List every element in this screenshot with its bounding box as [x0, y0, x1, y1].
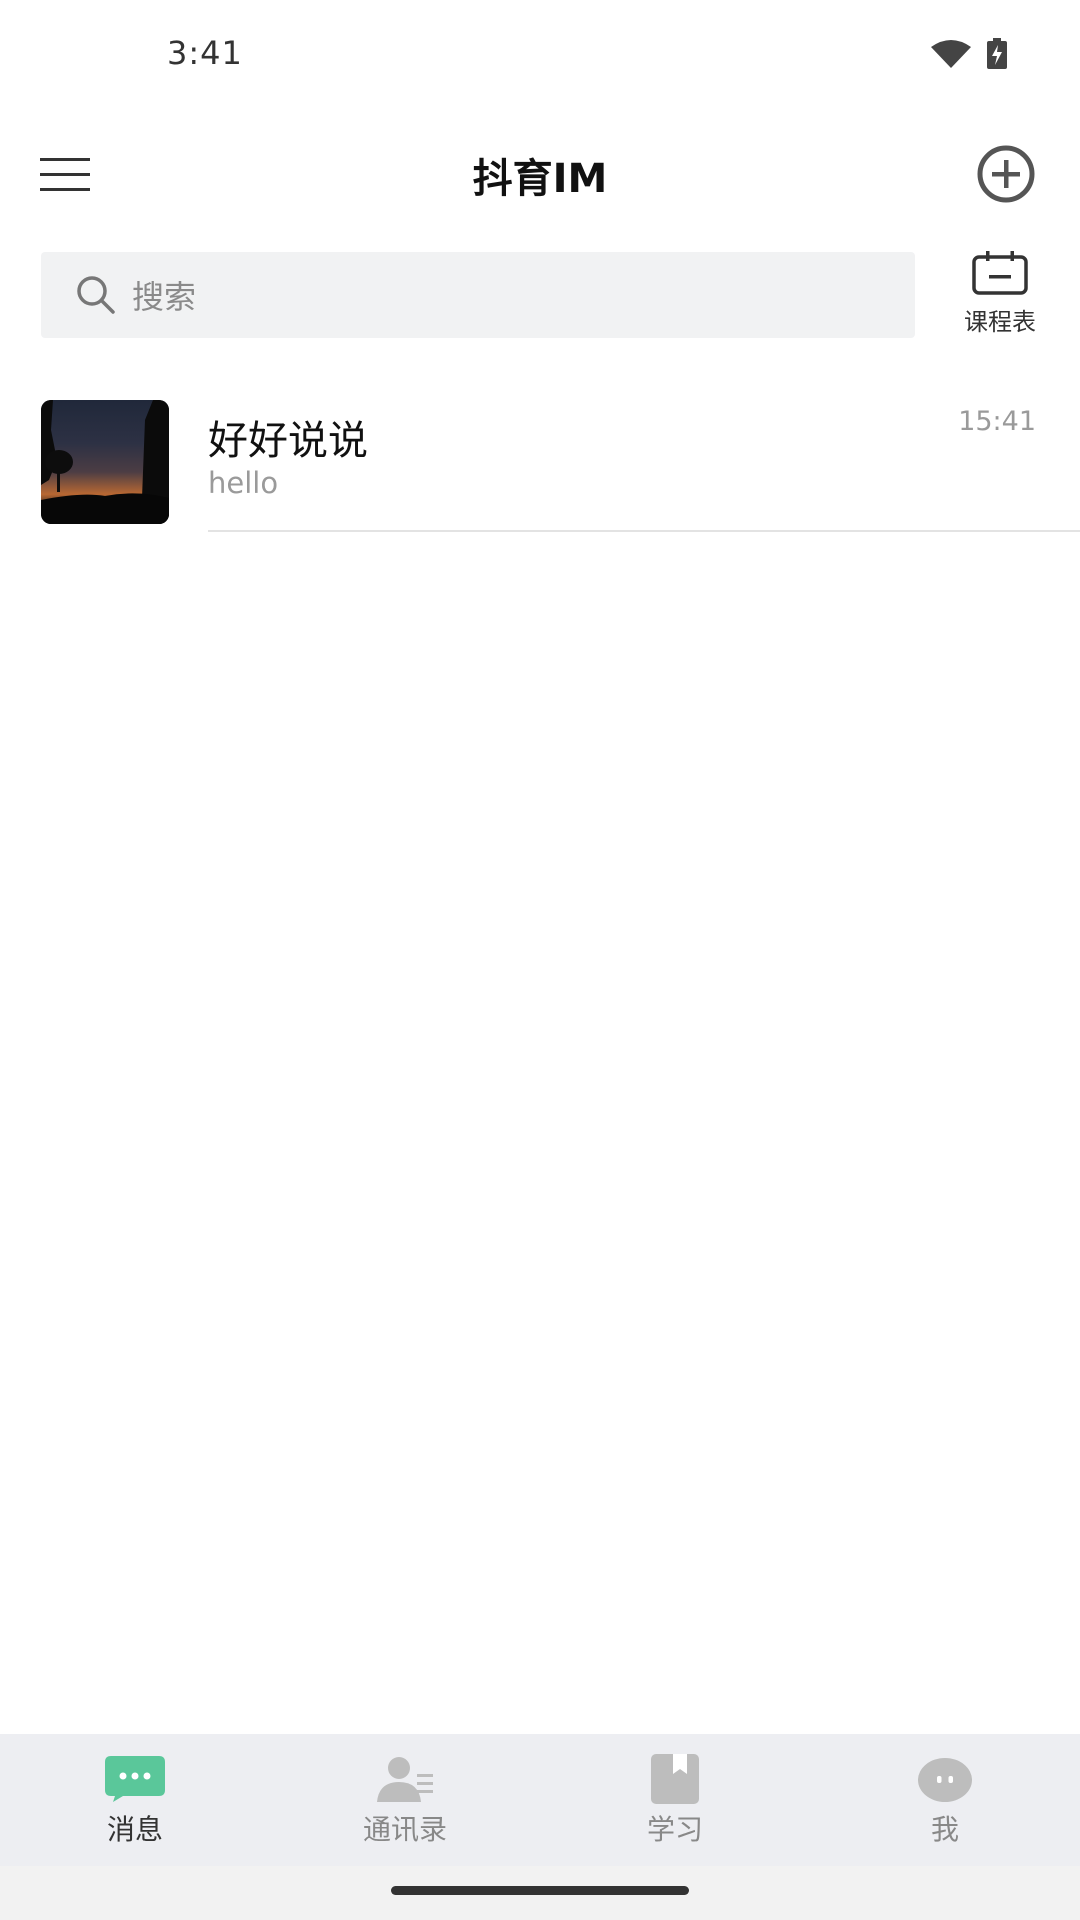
schedule-label: 课程表 [964, 308, 1036, 336]
conversation-preview: hello [208, 466, 279, 500]
tab-study[interactable]: 学习 [540, 1734, 810, 1866]
plus-circle-icon [977, 145, 1035, 203]
contacts-icon [377, 1757, 433, 1802]
chat-bubble-icon [105, 1756, 165, 1802]
sunset-photo-image [41, 400, 169, 524]
page-title: 抖育IM [472, 156, 608, 202]
search-row: 搜索 课程表 [0, 250, 1080, 350]
tab-messages[interactable]: 消息 [0, 1734, 270, 1866]
search-input[interactable]: 搜索 [41, 252, 915, 338]
tab-label: 消息 [106, 1813, 163, 1846]
conversation-list: 好好说说 hello 15:41 [0, 380, 1080, 532]
divider [208, 530, 1080, 532]
conversation-time: 15:41 [958, 406, 1036, 437]
schedule-button[interactable]: 课程表 [950, 250, 1050, 337]
tab-me[interactable]: 我 [810, 1734, 1080, 1866]
search-placeholder: 搜索 [132, 278, 197, 316]
status-time: 3:41 [167, 34, 243, 72]
home-indicator[interactable] [391, 1886, 689, 1895]
book-icon [651, 1754, 699, 1804]
search-icon [77, 276, 115, 314]
tab-label: 学习 [646, 1813, 703, 1846]
profile-icon [918, 1758, 972, 1802]
add-button[interactable] [974, 142, 1038, 206]
avatar [41, 400, 169, 524]
system-nav-bar [0, 1866, 1080, 1920]
wifi-icon [931, 40, 971, 68]
status-icons [930, 38, 1008, 70]
conversation-name: 好好说说 [208, 418, 368, 464]
battery-icon [987, 38, 1007, 69]
calendar-icon [972, 251, 1028, 295]
app-header: 抖育IM [0, 110, 1080, 225]
tab-label: 我 [930, 1813, 959, 1846]
status-bar: 3:41 [0, 0, 1080, 110]
bottom-tab-bar: 消息 通讯录 学习 我 [0, 1734, 1080, 1866]
conversation-item[interactable]: 好好说说 hello 15:41 [0, 380, 1080, 532]
tab-contacts[interactable]: 通讯录 [270, 1734, 540, 1866]
tab-label: 通讯录 [362, 1813, 447, 1846]
